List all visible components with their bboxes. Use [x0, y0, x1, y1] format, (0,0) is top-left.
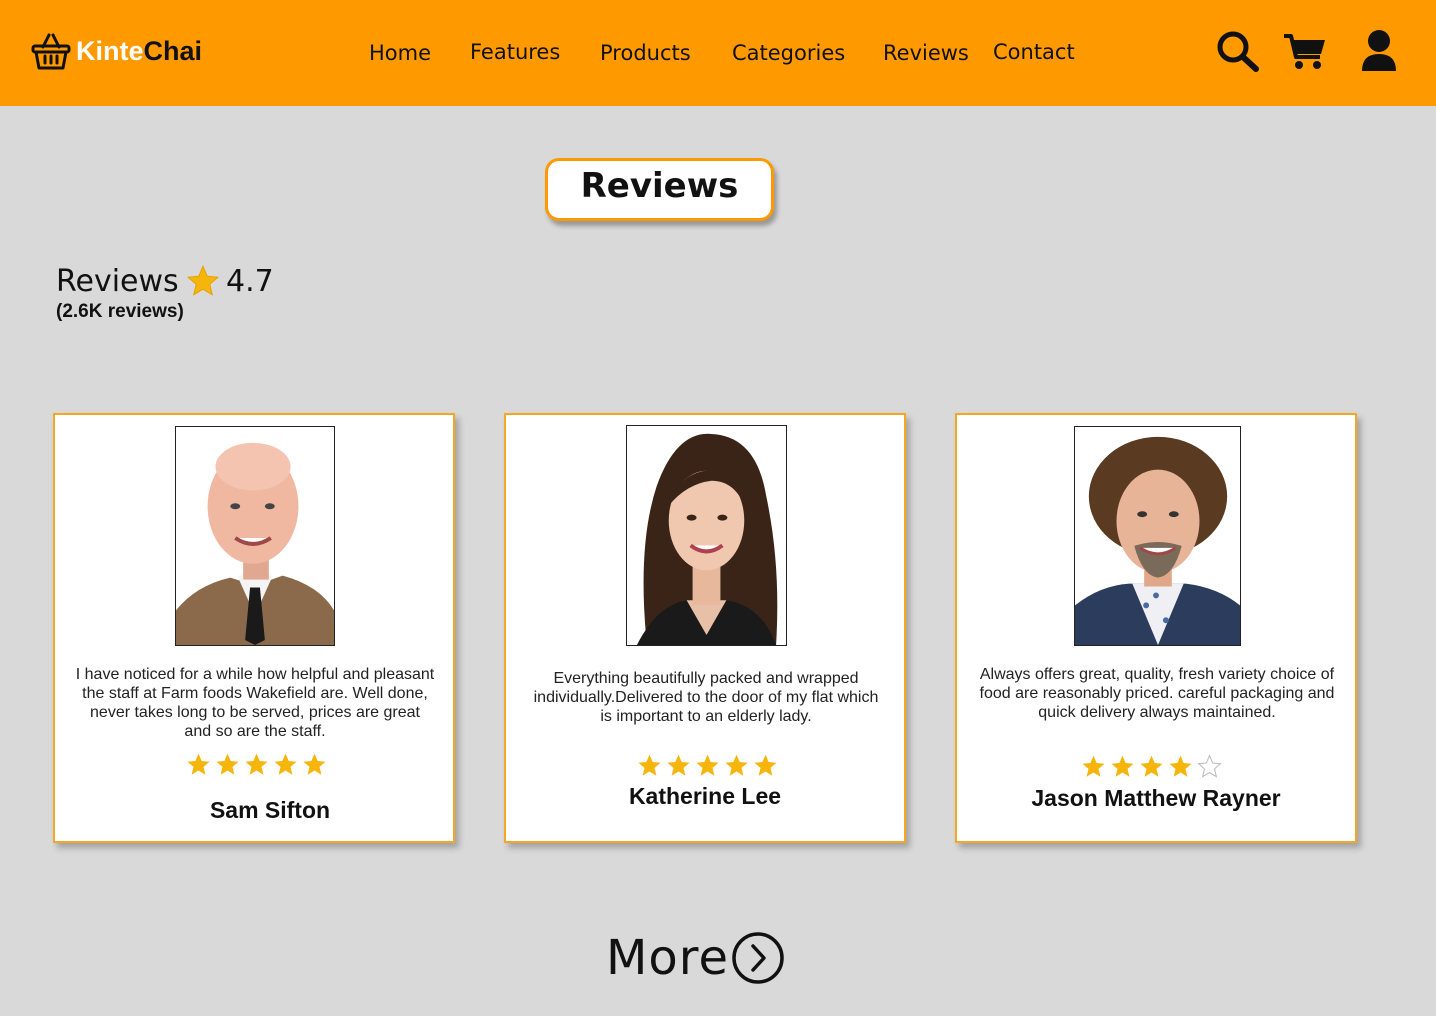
- nav-products[interactable]: Products: [600, 41, 691, 65]
- brand-name-part2: Chai: [143, 35, 203, 66]
- star-empty-icon: [1197, 754, 1222, 778]
- nav-contact[interactable]: Contact: [993, 40, 1075, 64]
- star-filled-icon: [1111, 755, 1134, 777]
- brand-name-part1: Kinte: [76, 35, 144, 66]
- review-text: Everything beautifully packed and wrappe…: [533, 670, 879, 725]
- star-filled-icon: [303, 753, 326, 775]
- nav-features[interactable]: Features: [470, 40, 560, 64]
- review-card: I have noticed for a while how helpful a…: [53, 413, 455, 843]
- summary-label: Reviews: [56, 264, 179, 299]
- reviewer-photo: [626, 425, 787, 646]
- star-filled-icon: [696, 754, 719, 776]
- star-filled-icon: [725, 754, 748, 776]
- cart-icon[interactable]: [1283, 32, 1327, 70]
- user-icon[interactable]: [1360, 29, 1398, 73]
- star-filled-icon: [245, 753, 268, 775]
- reviewer-photo: [175, 426, 335, 646]
- reviewer-name: Sam Sifton: [209, 797, 331, 823]
- reviewer-photo: [1074, 426, 1241, 646]
- star-rating: [637, 753, 782, 778]
- reviewer-name: Katherine Lee: [628, 783, 782, 809]
- star-filled-icon: [638, 754, 661, 776]
- star-filled-icon: [754, 754, 777, 776]
- reviewer-name: Jason Matthew Rayner: [1031, 785, 1281, 811]
- nav-reviews[interactable]: Reviews: [883, 41, 969, 65]
- basket-icon: [31, 33, 71, 70]
- star-rating: [1081, 754, 1226, 779]
- summary-score: 4.7: [226, 264, 274, 299]
- section-title-text: Reviews: [580, 166, 739, 206]
- star-filled-icon: [1140, 755, 1163, 777]
- star-filled-icon: [216, 753, 239, 775]
- more-label: More: [606, 930, 729, 986]
- review-text: Always offers great, quality, fresh vari…: [979, 666, 1335, 721]
- review-card: Always offers great, quality, fresh vari…: [955, 413, 1357, 843]
- star-filled-icon: [1082, 755, 1105, 777]
- star-filled-icon: [1169, 755, 1192, 777]
- nav-categories[interactable]: Categories: [732, 41, 845, 65]
- review-card: Everything beautifully packed and wrappe…: [504, 413, 906, 843]
- nav-home[interactable]: Home: [369, 41, 431, 65]
- more-button[interactable]: More: [606, 930, 785, 986]
- summary-review-count: (2.6K reviews): [56, 301, 184, 322]
- section-title: Reviews: [545, 158, 774, 221]
- star-icon: [186, 265, 220, 296]
- star-filled-icon: [187, 753, 210, 775]
- navbar: Kinte Chai Home Features Products Categor…: [0, 0, 1436, 106]
- brand-logo[interactable]: Kinte Chai: [30, 30, 202, 72]
- search-icon[interactable]: [1216, 30, 1260, 72]
- review-text: I have noticed for a while how helpful a…: [75, 666, 435, 740]
- chevron-right-circle-icon: [732, 932, 784, 984]
- star-filled-icon: [274, 753, 297, 775]
- star-rating: [186, 752, 331, 777]
- star-filled-icon: [667, 754, 690, 776]
